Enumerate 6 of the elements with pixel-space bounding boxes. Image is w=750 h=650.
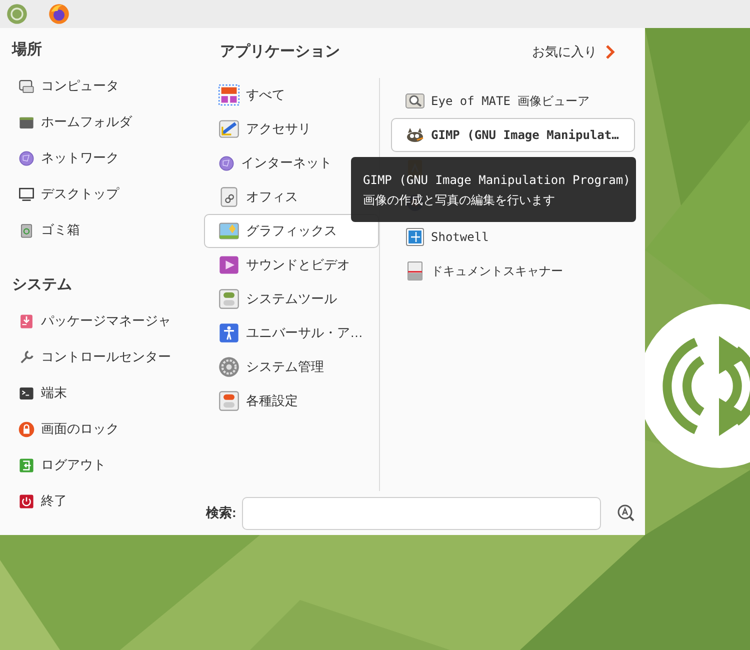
section-heading: システム (12, 275, 72, 295)
section-heading: 場所 (12, 40, 42, 60)
section-heading: アプリケーション (220, 42, 340, 62)
tooltip-text: 画像の作成と写真の編集を行います (363, 192, 555, 209)
search-label: 検索: (206, 504, 236, 522)
tooltip-title: GIMP (GNU Image Manipulation Program) (363, 172, 630, 189)
